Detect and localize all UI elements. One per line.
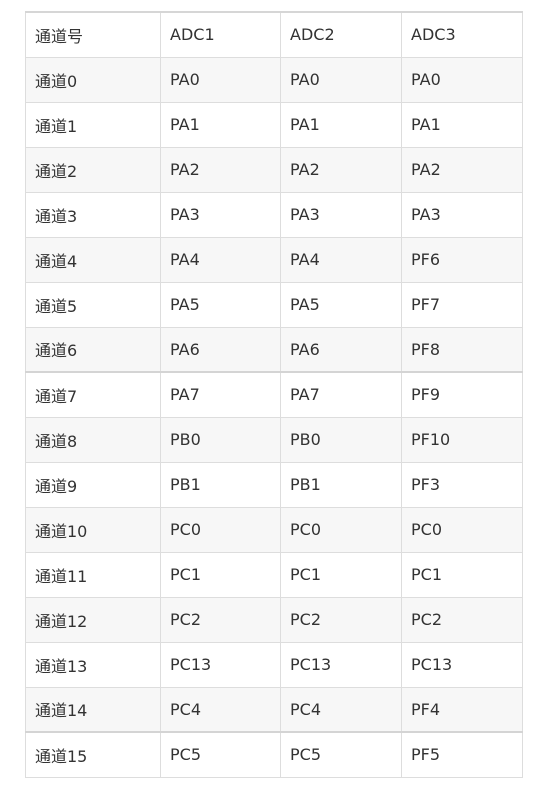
table-cell-channel: 通道0 xyxy=(25,56,161,103)
table-row: 通道0 PA0 PA0 PA0 xyxy=(25,56,523,103)
table-row: 通道13 PC13 PC13 PC13 xyxy=(25,641,523,688)
table-cell-adc2: PC13 xyxy=(280,641,402,688)
table-cell-adc1: PC4 xyxy=(160,686,281,733)
table-row: 通道3 PA3 PA3 PA3 xyxy=(25,191,523,238)
table-cell-channel: 通道4 xyxy=(25,236,161,283)
table-row: 通道14 PC4 PC4 PF4 xyxy=(25,686,523,733)
table-cell-adc3: PC13 xyxy=(401,641,523,688)
table-row: 通道5 PA5 PA5 PF7 xyxy=(25,281,523,328)
table-cell-adc3: PA0 xyxy=(401,56,523,103)
table-cell-adc1: PC2 xyxy=(160,596,281,643)
header-cell-channel: 通道号 xyxy=(25,11,161,58)
table-cell-adc3: PC2 xyxy=(401,596,523,643)
table-body: 通道0 PA0 PA0 PA0 通道1 PA1 PA1 PA1 通道2 PA2 PA2 PA2 通道3 P… xyxy=(25,56,523,778)
table-cell-channel: 通道14 xyxy=(25,686,161,733)
table-cell-channel: 通道1 xyxy=(25,101,161,148)
header-cell-adc2: ADC2 xyxy=(280,11,402,58)
table-row: 通道11 PC1 PC1 PC1 xyxy=(25,551,523,598)
header-cell-adc3: ADC3 xyxy=(401,11,523,58)
table-cell-channel: 通道7 xyxy=(25,371,161,418)
table-cell-adc1: PC13 xyxy=(160,641,281,688)
table-cell-adc3: PF5 xyxy=(401,731,523,778)
table-cell-adc3: PA3 xyxy=(401,191,523,238)
table-cell-adc2: PC1 xyxy=(280,551,402,598)
table-cell-adc2: PA0 xyxy=(280,56,402,103)
table-cell-adc3: PF6 xyxy=(401,236,523,283)
table-cell-channel: 通道15 xyxy=(25,731,161,778)
table-cell-channel: 通道6 xyxy=(25,326,161,373)
table-cell-adc3: PF3 xyxy=(401,461,523,508)
table-cell-adc3: PA1 xyxy=(401,101,523,148)
table-row: 通道2 PA2 PA2 PA2 xyxy=(25,146,523,193)
header-cell-adc1: ADC1 xyxy=(160,11,281,58)
table-cell-adc1: PB0 xyxy=(160,416,281,463)
adc-channel-table: 通道号 ADC1 ADC2 ADC3 通道0 PA0 PA0 PA0 通道1 PA1 PA1… xyxy=(25,11,523,778)
table-row: 通道9 PB1 PB1 PF3 xyxy=(25,461,523,508)
table-header: 通道号 ADC1 ADC2 ADC3 xyxy=(25,11,523,58)
table-row: 通道10 PC0 PC0 PC0 xyxy=(25,506,523,553)
table-cell-channel: 通道11 xyxy=(25,551,161,598)
table-cell-adc2: PA5 xyxy=(280,281,402,328)
table-cell-adc2: PA3 xyxy=(280,191,402,238)
table-cell-adc1: PA5 xyxy=(160,281,281,328)
table-cell-channel: 通道9 xyxy=(25,461,161,508)
table-cell-adc1: PA6 xyxy=(160,326,281,373)
table-row: 通道6 PA6 PA6 PF8 xyxy=(25,326,523,373)
table-cell-channel: 通道10 xyxy=(25,506,161,553)
table-cell-adc1: PC0 xyxy=(160,506,281,553)
table-cell-adc3: PF9 xyxy=(401,371,523,418)
table-cell-channel: 通道2 xyxy=(25,146,161,193)
table-cell-adc1: PA2 xyxy=(160,146,281,193)
table-cell-adc3: PA2 xyxy=(401,146,523,193)
table-row: 通道4 PA4 PA4 PF6 xyxy=(25,236,523,283)
table-cell-adc2: PC2 xyxy=(280,596,402,643)
table-cell-adc2: PB1 xyxy=(280,461,402,508)
table-cell-adc3: PF4 xyxy=(401,686,523,733)
table-row: 通道7 PA7 PA7 PF9 xyxy=(25,371,523,418)
table-cell-adc2: PA4 xyxy=(280,236,402,283)
header-row: 通道号 ADC1 ADC2 ADC3 xyxy=(25,11,523,58)
table-cell-adc2: PA7 xyxy=(280,371,402,418)
table-cell-adc3: PF8 xyxy=(401,326,523,373)
table-cell-channel: 通道13 xyxy=(25,641,161,688)
table-cell-adc2: PA6 xyxy=(280,326,402,373)
table-cell-adc2: PC0 xyxy=(280,506,402,553)
table-row: 通道12 PC2 PC2 PC2 xyxy=(25,596,523,643)
table-cell-channel: 通道8 xyxy=(25,416,161,463)
table-cell-adc1: PA0 xyxy=(160,56,281,103)
table-cell-adc3: PC1 xyxy=(401,551,523,598)
table-cell-channel: 通道5 xyxy=(25,281,161,328)
table-cell-adc1: PC1 xyxy=(160,551,281,598)
table-row: 通道8 PB0 PB0 PF10 xyxy=(25,416,523,463)
table-cell-adc2: PA2 xyxy=(280,146,402,193)
table-cell-channel: 通道3 xyxy=(25,191,161,238)
table-cell-adc2: PB0 xyxy=(280,416,402,463)
table-cell-channel: 通道12 xyxy=(25,596,161,643)
table-cell-adc1: PB1 xyxy=(160,461,281,508)
table-cell-adc3: PC0 xyxy=(401,506,523,553)
table-cell-adc3: PF7 xyxy=(401,281,523,328)
table-cell-adc1: PA4 xyxy=(160,236,281,283)
table-cell-adc2: PC4 xyxy=(280,686,402,733)
table-cell-adc3: PF10 xyxy=(401,416,523,463)
table-cell-adc1: PA7 xyxy=(160,371,281,418)
table-cell-adc1: PC5 xyxy=(160,731,281,778)
table-cell-adc1: PA1 xyxy=(160,101,281,148)
table-cell-adc1: PA3 xyxy=(160,191,281,238)
table-row: 通道15 PC5 PC5 PF5 xyxy=(25,731,523,778)
table-row: 通道1 PA1 PA1 PA1 xyxy=(25,101,523,148)
table-cell-adc2: PA1 xyxy=(280,101,402,148)
table-cell-adc2: PC5 xyxy=(280,731,402,778)
table-container: 通道号 ADC1 ADC2 ADC3 通道0 PA0 PA0 PA0 通道1 PA1 PA1… xyxy=(25,11,523,778)
